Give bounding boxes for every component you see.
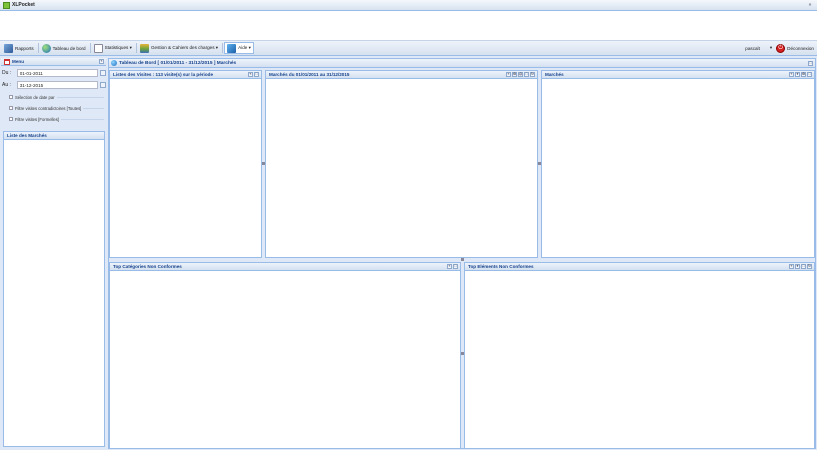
down-arrow-icon[interactable]: ▾ — [795, 72, 800, 77]
user-dropdown-icon[interactable]: ▾ — [770, 45, 772, 51]
expand-toggle-icon[interactable] — [9, 95, 13, 99]
menu-panel: Menu « Du : 01-01-2011 Au : 31-12-2015 S… — [1, 58, 106, 449]
top-categories-title: Top Catégories Non Conformes — [113, 264, 182, 269]
help-icon — [227, 43, 237, 53]
menu-title: Menu — [12, 59, 24, 64]
filter-formal-visits[interactable]: Filtre visites [Formelles] — [9, 115, 106, 123]
filter-contradictory-visits[interactable]: Filtre visites contradictoires [Toutes] — [9, 104, 106, 112]
top-elements-header: Top Eléments Non Conformes « ▾ □ ↻ — [465, 263, 814, 271]
dashboard-button[interactable]: Tableau de bord — [40, 42, 88, 54]
date-from-row: Du : 01-01-2011 — [1, 68, 106, 78]
maximize-icon[interactable]: □ — [453, 264, 458, 269]
markets-title: Marchés — [545, 72, 564, 77]
menu-header: Menu « — [1, 58, 106, 66]
date-to-row: Au : 31-12-2015 — [1, 80, 106, 90]
collapse-icon[interactable]: « — [506, 72, 511, 77]
help-button[interactable]: Aide ▾ — [224, 42, 254, 54]
settings-icon[interactable]: ⚙ — [512, 72, 517, 77]
top-categories-panel: Top Catégories Non Conformes « □ — [109, 262, 461, 449]
print-icon[interactable]: ⎙ — [518, 72, 523, 77]
date-from-label: Du : — [2, 70, 12, 76]
markets-period-header: Marchés du 01/01/2011 au 31/12/2015 « ⚙ … — [266, 71, 537, 79]
reports-label: Rapports — [15, 45, 34, 51]
markets-period-title: Marchés du 01/01/2011 au 31/12/2015 — [269, 72, 350, 77]
date-from-input[interactable]: 01-01-2011 — [16, 69, 99, 77]
maximize-icon[interactable]: □ — [807, 72, 812, 77]
collapse-icon[interactable]: « — [789, 72, 794, 77]
date-to-picker-icon[interactable] — [100, 82, 106, 88]
management-label: Gestion & Cahiers des charges ▾ — [150, 45, 219, 50]
collapse-icon[interactable]: « — [789, 264, 794, 269]
statistics-label: Statistiques ▾ — [104, 45, 132, 50]
refresh-icon[interactable]: ↻ — [530, 72, 535, 77]
dashboard-title: Tableau de Bord [ 01/01/2011 - 31/12/201… — [119, 60, 237, 66]
top-elements-title: Top Eléments Non Conformes — [468, 264, 534, 269]
user-name[interactable]: pascalt — [745, 46, 760, 51]
date-to-input[interactable]: 31-12-2015 — [16, 81, 99, 89]
window-collapse-icon[interactable]: » — [807, 2, 813, 8]
markets-period-panel: Marchés du 01/01/2011 au 31/12/2015 « ⚙ … — [265, 70, 538, 258]
filter-formal-label: Filtre visites [Formelles] — [15, 116, 59, 122]
header-banner — [0, 11, 817, 41]
filter-date-selection[interactable]: Sélection de date par — [9, 93, 106, 101]
collapse-icon[interactable]: « — [447, 264, 452, 269]
collapse-menu-icon[interactable]: « — [99, 59, 104, 64]
expand-toggle-icon[interactable] — [9, 117, 13, 121]
management-button[interactable]: Gestion & Cahiers des charges ▾ — [138, 42, 220, 54]
maximize-icon[interactable]: □ — [524, 72, 529, 77]
help-label: Aide ▾ — [238, 45, 251, 50]
refresh-icon[interactable]: ↻ — [807, 264, 812, 269]
visits-header: Listes des Visites : 113 visite(s) sur l… — [110, 71, 261, 79]
expand-toggle-icon[interactable] — [9, 106, 13, 110]
dashboard-globe-icon — [41, 43, 51, 53]
calendar-icon — [4, 58, 10, 65]
app-logo-icon — [3, 1, 10, 9]
date-from-picker-icon[interactable] — [100, 70, 106, 76]
market-list-header: Liste des Marchés — [4, 132, 104, 140]
maximize-icon[interactable]: □ — [808, 61, 813, 66]
filter-contradictory-label: Filtre visites contradictoires [Toutes] — [15, 105, 82, 111]
books-icon — [139, 43, 149, 53]
maximize-icon[interactable]: □ — [254, 72, 259, 77]
top-elements-panel: Top Eléments Non Conformes « ▾ □ ↻ — [464, 262, 815, 449]
reports-button[interactable]: Rapports — [2, 42, 36, 54]
window-title: XLPocket — [12, 2, 35, 8]
market-list-title: Liste des Marchés — [7, 133, 47, 138]
visits-title: Listes des Visites : 113 visite(s) sur l… — [113, 72, 214, 77]
reports-icon — [4, 43, 13, 53]
date-to-label: Au : — [2, 82, 11, 88]
logout-button[interactable]: Déconnexion — [787, 46, 814, 51]
markets-header: Marchés « ▾ ⚙ □ — [542, 71, 814, 79]
top-categories-header: Top Catégories Non Conformes « □ — [110, 263, 460, 271]
globe-icon — [111, 60, 117, 66]
markets-panel: Marchés « ▾ ⚙ □ — [541, 70, 815, 258]
market-list-panel: Liste des Marchés — [3, 131, 105, 447]
visits-panel: Listes des Visites : 113 visite(s) sur l… — [109, 70, 262, 258]
power-icon[interactable]: ⏻ — [776, 43, 786, 53]
statistics-icon — [93, 43, 103, 53]
dashboard-label: Tableau de bord — [52, 45, 86, 51]
splitter-handle[interactable] — [461, 258, 464, 261]
statistics-button[interactable]: Statistiques ▾ — [92, 42, 134, 54]
main-toolbar: Rapports Tableau de bord Statistiques ▾ … — [0, 41, 817, 56]
collapse-icon[interactable]: « — [248, 72, 253, 77]
maximize-icon[interactable]: □ — [801, 264, 806, 269]
settings-icon[interactable]: ⚙ — [801, 72, 806, 77]
filter-date-label: Sélection de date par — [15, 94, 55, 100]
dashboard-header: Tableau de Bord [ 01/01/2011 - 31/12/201… — [109, 59, 815, 68]
window-titlebar: XLPocket » — [0, 0, 817, 11]
down-arrow-icon[interactable]: ▾ — [795, 264, 800, 269]
